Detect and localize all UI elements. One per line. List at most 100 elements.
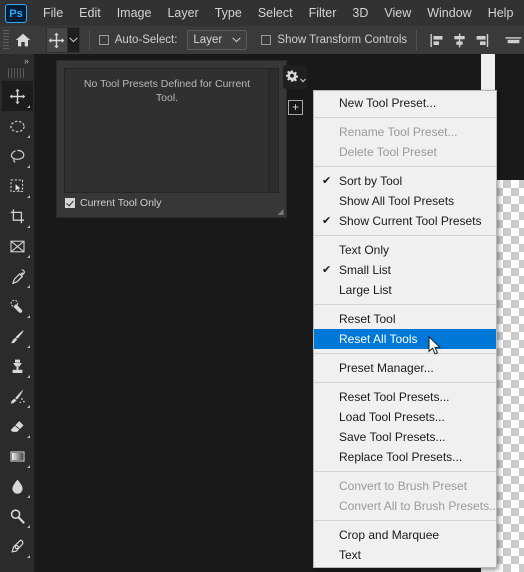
tool-group-indicator (26, 225, 30, 228)
menu-item-label: Reset Tool Presets... (339, 390, 450, 404)
tool-presets-empty-message: No Tool Presets Defined for Current Tool… (83, 78, 251, 104)
history-brush-tool-icon (10, 389, 25, 403)
checkmark-icon: ✔ (322, 175, 332, 187)
show-transform-controls-control[interactable]: Show Transform Controls (261, 34, 407, 46)
elliptical-marquee-tool[interactable] (2, 111, 33, 141)
options-bar-grip[interactable] (3, 30, 9, 50)
blur-tool[interactable] (2, 471, 33, 501)
frame-tool[interactable] (2, 231, 33, 261)
menu-edit[interactable]: Edit (71, 3, 109, 23)
menu-item-label: Reset All Tools (339, 332, 418, 346)
menu-view[interactable]: View (376, 3, 419, 23)
clone-stamp-tool[interactable] (2, 351, 33, 381)
eyedropper-tool[interactable] (2, 261, 33, 291)
menu-item-small-list[interactable]: ✔ Small List (314, 260, 496, 280)
menu-type[interactable]: Type (207, 3, 250, 23)
quick-selection-tool-icon (9, 178, 23, 193)
menu-item-show-current-tool-presets[interactable]: ✔ Show Current Tool Presets (314, 211, 496, 231)
home-button[interactable] (12, 27, 34, 53)
menu-select[interactable]: Select (250, 3, 301, 23)
align-right-edges-button[interactable] (470, 29, 492, 51)
auto-select-target-dropdown[interactable]: Layer (187, 30, 248, 50)
checkmark-icon: ✔ (322, 215, 332, 227)
menu-item-reset-tool-presets[interactable]: Reset Tool Presets... (314, 387, 496, 407)
menu-item-text-only[interactable]: Text Only (314, 240, 496, 260)
tools-panel: » T (0, 54, 35, 572)
move-tool[interactable] (1, 81, 33, 111)
pen-tool[interactable] (2, 531, 33, 561)
menu-help[interactable]: Help (480, 3, 522, 23)
menu-item-text[interactable]: Text (314, 545, 496, 565)
history-brush-tool[interactable] (2, 381, 33, 411)
menu-item-label: Sort by Tool (339, 174, 403, 188)
menu-item-label: Replace Tool Presets... (339, 450, 463, 464)
chevron-down-icon (232, 37, 242, 43)
menu-item-label: Convert to Brush Preset (339, 479, 468, 493)
show-transform-controls-label: Show Transform Controls (277, 34, 408, 46)
menu-layer[interactable]: Layer (159, 3, 206, 23)
menu-3d[interactable]: 3D (344, 3, 376, 23)
current-tool-only-control[interactable]: Current Tool Only (65, 197, 162, 209)
tool-preset-dropdown-caret[interactable] (67, 27, 80, 53)
tool-presets-list[interactable]: No Tool Presets Defined for Current Tool… (64, 68, 270, 193)
show-transform-controls-checkbox[interactable] (261, 35, 272, 45)
tool-presets-scrollbar[interactable] (268, 68, 279, 193)
toolbar-collapse-button[interactable]: » (0, 54, 34, 68)
tool-presets-panel: No Tool Presets Defined for Current Tool… (56, 60, 287, 218)
align-top-edges-icon (504, 36, 521, 43)
brush-tool-icon (10, 329, 24, 343)
menu-file[interactable]: File (35, 3, 71, 23)
menu-item-crop-and-marquee[interactable]: Crop and Marquee (314, 525, 496, 545)
tool-group-indicator (26, 105, 30, 108)
lasso-tool[interactable] (2, 141, 33, 171)
align-top-edges-button[interactable] (502, 29, 524, 51)
quick-selection-tool[interactable] (2, 171, 33, 201)
menu-window[interactable]: Window (419, 3, 479, 23)
menu-item-reset-all-tools[interactable]: Reset All Tools (314, 329, 496, 349)
menu-item-large-list[interactable]: Large List (314, 280, 496, 300)
tool-group-indicator (26, 495, 30, 498)
spot-healing-brush-tool[interactable] (2, 291, 33, 321)
current-tool-preset-picker[interactable] (45, 27, 68, 53)
dodge-tool[interactable] (2, 501, 33, 531)
menu-separator (314, 471, 496, 472)
menu-item-new-tool-preset[interactable]: New Tool Preset... (314, 93, 496, 113)
menu-item-sort-by-tool[interactable]: ✔ Sort by Tool (314, 171, 496, 191)
menu-item-show-all-tool-presets[interactable]: Show All Tool Presets (314, 191, 496, 211)
current-tool-only-checkbox[interactable] (65, 198, 75, 208)
menu-item-preset-manager[interactable]: Preset Manager... (314, 358, 496, 378)
menu-item-load-tool-presets[interactable]: Load Tool Presets... (314, 407, 496, 427)
menu-item-delete-tool-preset: Delete Tool Preset (314, 142, 496, 162)
new-tool-preset-button[interactable]: + (288, 100, 303, 115)
menu-filter[interactable]: Filter (301, 3, 345, 23)
tool-group-indicator (26, 435, 30, 438)
menu-item-reset-tool[interactable]: Reset Tool (314, 309, 496, 329)
gradient-tool-icon (9, 450, 25, 462)
eraser-tool[interactable] (2, 411, 33, 441)
menu-image[interactable]: Image (109, 3, 160, 23)
frame-tool-icon (9, 240, 25, 252)
tool-group-indicator (26, 525, 30, 528)
align-left-edges-button[interactable] (426, 29, 448, 51)
menu-item-save-tool-presets[interactable]: Save Tool Presets... (314, 427, 496, 447)
auto-select-control[interactable]: Auto-Select: (98, 34, 177, 46)
options-bar: Auto-Select: Layer Show Transform Contro… (0, 26, 524, 55)
pen-tool-icon (10, 539, 23, 553)
align-horizontal-centers-button[interactable] (448, 29, 470, 51)
elliptical-marquee-tool-icon (9, 120, 25, 132)
panel-resize-handle[interactable]: ◢ (276, 207, 285, 216)
menu-item-replace-tool-presets[interactable]: Replace Tool Presets... (314, 447, 496, 467)
tool-presets-menu-button[interactable] (283, 65, 307, 89)
auto-select-checkbox[interactable] (98, 35, 109, 45)
crop-tool[interactable] (2, 201, 33, 231)
tool-group-indicator (26, 285, 30, 288)
gradient-tool[interactable] (2, 441, 33, 471)
toolbar-grip[interactable] (8, 68, 26, 78)
horizontal-type-tool[interactable]: T (2, 561, 33, 572)
brush-tool[interactable] (2, 321, 33, 351)
menu-separator (314, 166, 496, 167)
menu-item-label: Text Only (339, 243, 390, 257)
menu-separator (314, 382, 496, 383)
tool-group-indicator (26, 555, 30, 558)
checkmark-icon: ✔ (322, 264, 332, 276)
